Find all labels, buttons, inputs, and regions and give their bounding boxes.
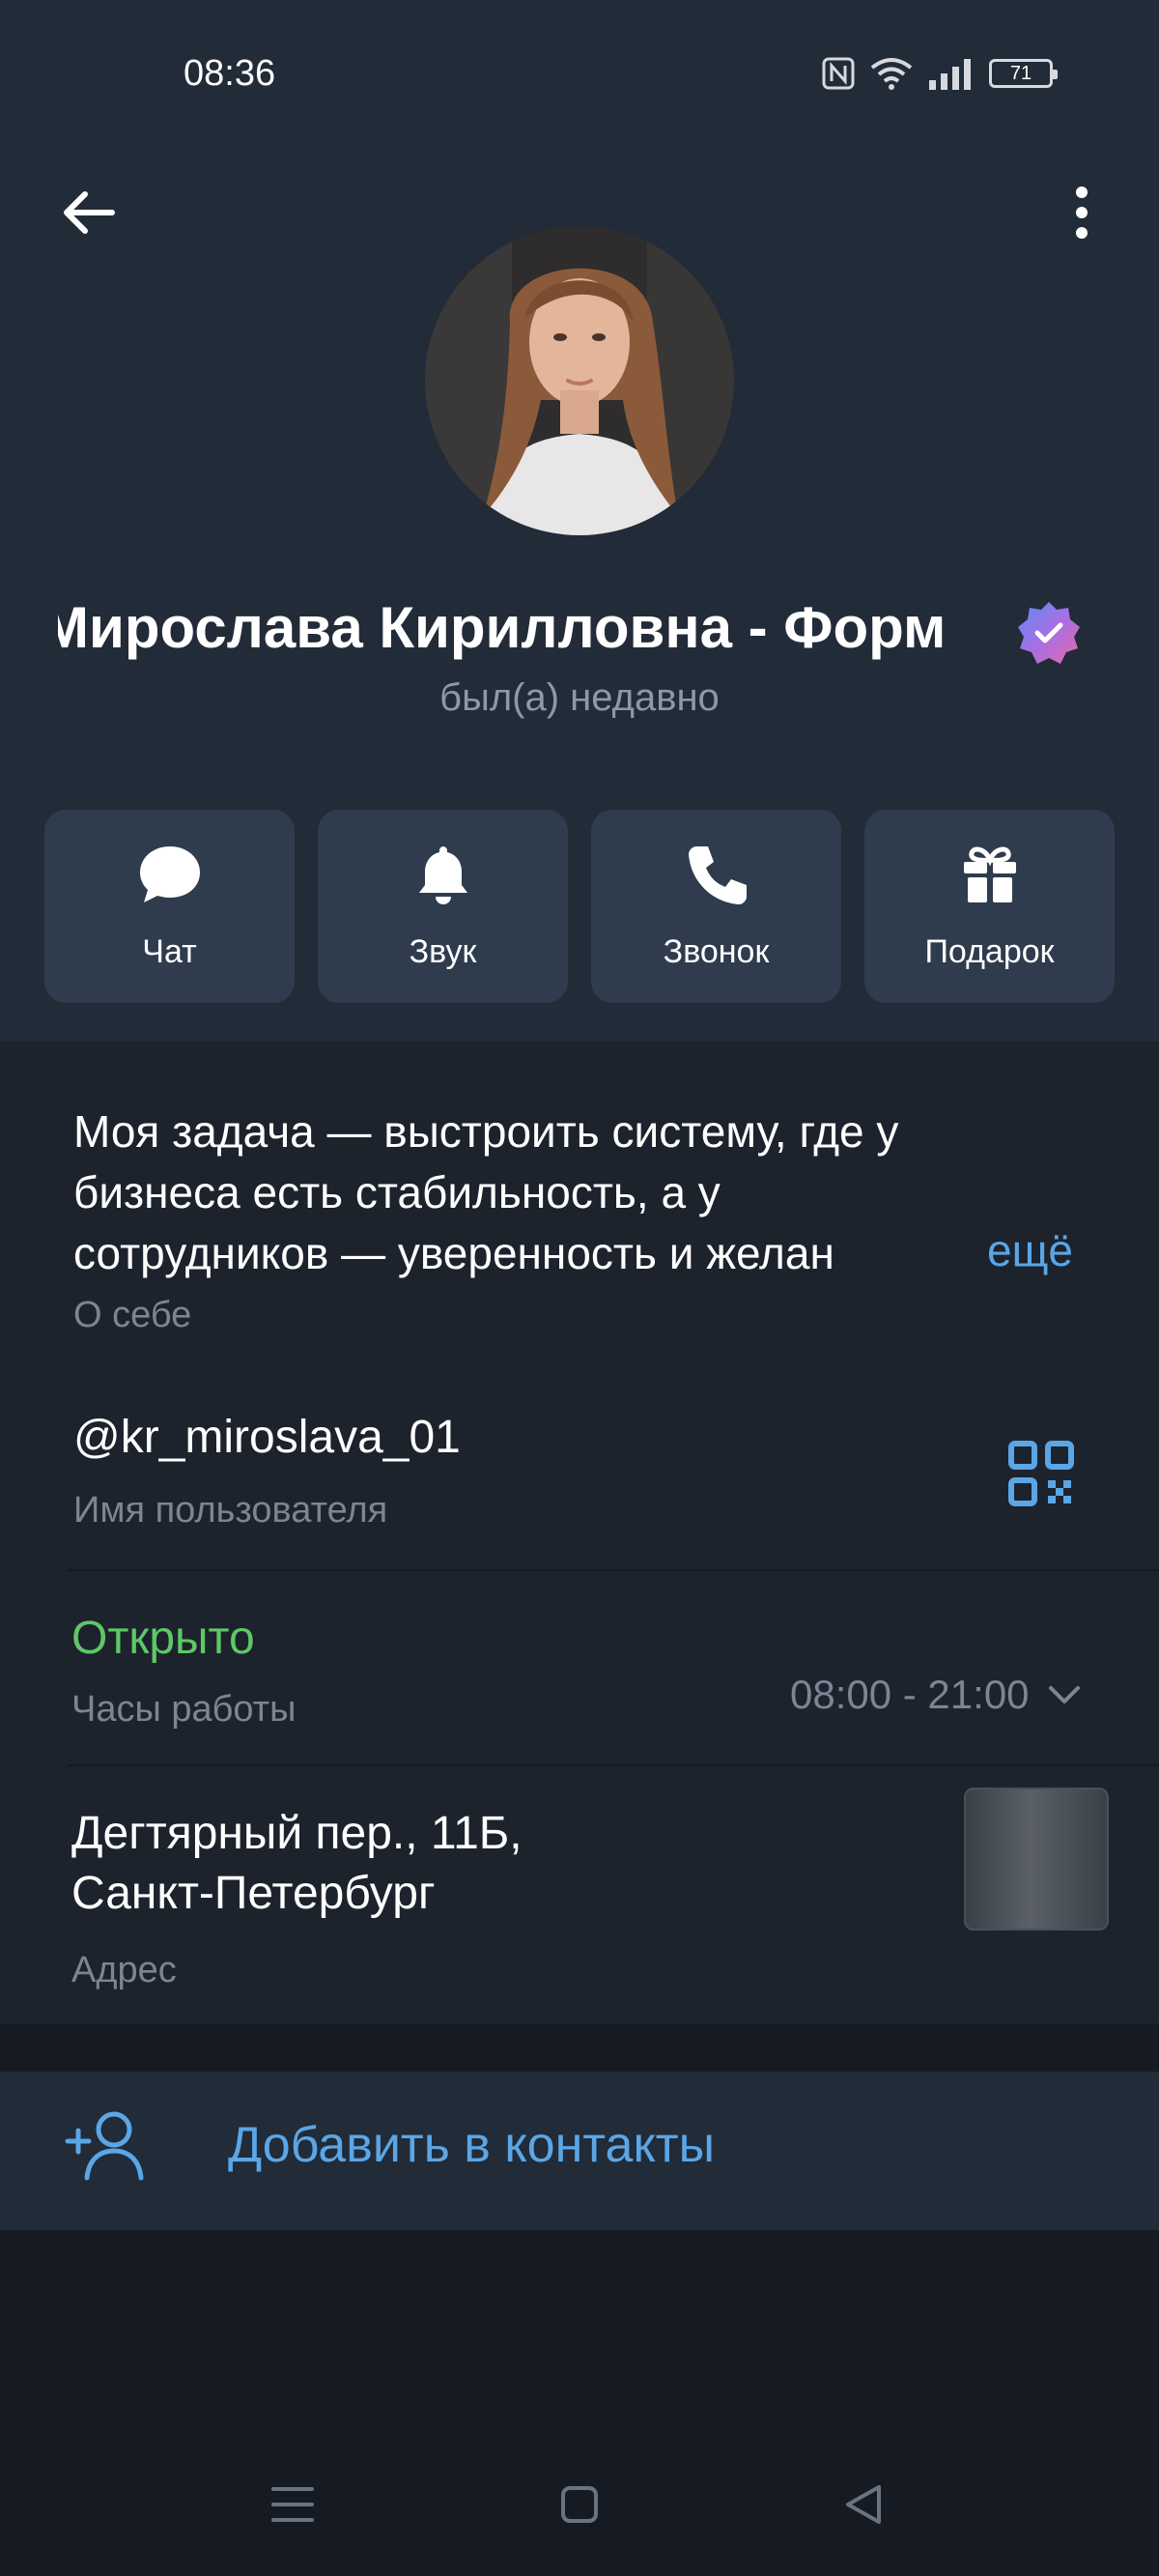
address-line: Санкт-Петербург [71,1868,436,1919]
chat-button-label: Чат [142,933,197,970]
bio-fade [906,1224,985,1282]
action-buttons: Чат Звук Звонок Подарок [44,810,1115,1003]
bio-line: бизнеса есть стабильность, а у [73,1167,721,1217]
home-icon[interactable] [560,2485,599,2524]
bio-more-link[interactable]: ещё [983,1224,1074,1276]
business-hours-toggle[interactable]: 08:00 - 21:00 [790,1672,1082,1718]
sound-button-label: Звук [409,933,477,970]
gift-icon [963,846,1016,902]
add-contact-label[interactable]: Добавить в контакты [228,2116,715,2174]
back-button[interactable] [50,174,127,251]
address-line: Дегтярный пер., 11Б, [71,1808,523,1859]
more-vertical-icon [1076,186,1088,239]
avatar[interactable] [425,226,734,535]
address-value[interactable]: Дегтярный пер., 11Б, Санкт-Петербург [71,1804,523,1924]
signal-icon [929,59,971,90]
last-seen-status: был(а) недавно [439,676,720,719]
business-hours-value: 08:00 - 21:00 [790,1672,1030,1717]
status-icons: 71 [821,56,1058,91]
business-hours-caption: Часы работы [71,1689,297,1730]
chat-icon [139,846,200,902]
add-user-icon [64,2108,151,2186]
battery-icon: 71 [989,59,1058,88]
arrow-left-icon [64,191,115,234]
divider [68,1764,1159,1766]
username-caption: Имя пользователя [73,1490,388,1531]
more-menu-button[interactable] [1043,174,1120,251]
call-button-label: Звонок [663,933,770,970]
address-caption: Адрес [71,1950,177,1990]
recent-apps-icon[interactable] [270,2485,315,2524]
call-button[interactable]: Звонок [591,810,841,1003]
system-nav-bar [0,2416,1159,2576]
profile-name-container: Мирослава Кирилловна - Форм [58,594,1004,672]
divider [68,1569,1159,1571]
sound-button[interactable]: Звук [318,810,568,1003]
gift-button[interactable]: Подарок [864,810,1115,1003]
status-time: 08:36 [184,53,276,94]
verified-badge-icon[interactable] [1014,598,1084,668]
chat-button[interactable]: Чат [44,810,295,1003]
bell-icon [418,846,467,904]
map-thumbnail[interactable] [964,1788,1109,1931]
qr-code-icon[interactable] [1007,1440,1075,1507]
gift-button-label: Подарок [924,933,1055,970]
back-icon[interactable] [842,2483,885,2526]
battery-level: 71 [1009,62,1032,84]
phone-icon [688,846,747,904]
nfc-icon [822,57,855,90]
bio-line: Моя задача — выстроить систему, где у [73,1106,899,1157]
profile-name: Мирослава Кирилловна - Форм [58,595,947,660]
business-open-status[interactable]: Открыто [71,1612,255,1665]
bio-caption: О себе [73,1295,192,1335]
wifi-icon [870,58,913,90]
chevron-down-icon [1048,1686,1080,1703]
username-value[interactable]: @kr_miroslava_01 [73,1411,461,1464]
